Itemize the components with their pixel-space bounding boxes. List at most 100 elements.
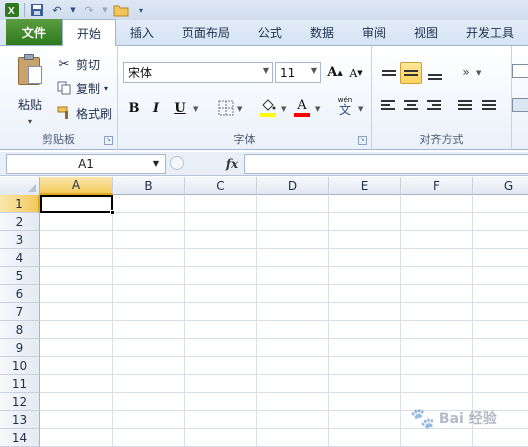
- formula-bar-resize-handle[interactable]: [170, 156, 184, 170]
- formula-input[interactable]: [244, 154, 528, 174]
- insert-function-button[interactable]: fx: [222, 154, 242, 174]
- row-header-3[interactable]: 3: [0, 231, 40, 249]
- align-top-button[interactable]: [378, 62, 400, 84]
- select-all-button[interactable]: [0, 177, 40, 195]
- clipboard-dialog-launcher-icon[interactable]: ↘: [104, 136, 113, 145]
- row-header-2[interactable]: 2: [0, 213, 40, 231]
- column-header-d[interactable]: D: [257, 177, 329, 195]
- paste-icon: [16, 54, 44, 88]
- shrink-font-button[interactable]: A ▼: [346, 63, 366, 83]
- font-color-dropdown-icon[interactable]: ▼: [315, 105, 320, 113]
- font-name-combo[interactable]: 宋体 ▼: [123, 62, 273, 83]
- open-folder-icon[interactable]: [113, 2, 129, 18]
- clipboard-group: 粘贴 ▾ ✂ 剪切 复制 ▾ 格式刷 剪贴板 ↘: [0, 46, 118, 150]
- row-header-7[interactable]: 7: [0, 303, 40, 321]
- column-header-b[interactable]: B: [113, 177, 185, 195]
- row-header-11[interactable]: 11: [0, 375, 40, 393]
- font-size-combo[interactable]: 11 ▼: [275, 62, 321, 83]
- align-right-button[interactable]: [422, 94, 444, 116]
- font-color-button[interactable]: A: [292, 95, 312, 115]
- tab-insert[interactable]: 插入: [116, 19, 168, 45]
- format-painter-button[interactable]: 格式刷: [56, 103, 112, 123]
- gridline: [184, 195, 185, 447]
- merge-cells-button[interactable]: [512, 98, 528, 112]
- borders-icon: [218, 100, 234, 116]
- paste-button[interactable]: 粘贴 ▾: [10, 52, 50, 126]
- bold-button[interactable]: B: [124, 98, 144, 118]
- phonetic-button[interactable]: wén 文: [334, 96, 356, 116]
- font-group-label: 字体: [233, 133, 256, 146]
- name-box-dropdown-icon[interactable]: ▼: [153, 159, 159, 168]
- row-header-5[interactable]: 5: [0, 267, 40, 285]
- undo-icon[interactable]: ↶: [49, 2, 65, 18]
- underline-button[interactable]: U: [170, 98, 190, 118]
- align-center-button[interactable]: [400, 94, 422, 116]
- tab-data[interactable]: 数据: [296, 19, 348, 45]
- column-header-e[interactable]: E: [329, 177, 401, 195]
- row-header-4[interactable]: 4: [0, 249, 40, 267]
- tab-home[interactable]: 开始: [61, 19, 116, 46]
- row-header-12[interactable]: 12: [0, 393, 40, 411]
- name-box[interactable]: A1 ▼: [6, 154, 166, 174]
- copy-dropdown-icon[interactable]: ▾: [104, 84, 108, 93]
- baidu-watermark: 🐾 Bai 经验: [410, 396, 528, 440]
- font-dialog-launcher-icon[interactable]: ↘: [358, 136, 367, 145]
- customize-icon[interactable]: ▾: [133, 2, 149, 18]
- copy-button[interactable]: 复制 ▾: [56, 78, 108, 98]
- borders-button[interactable]: [216, 98, 236, 118]
- row-header-6[interactable]: 6: [0, 285, 40, 303]
- align-middle-button[interactable]: [400, 62, 422, 84]
- orientation-dropdown-icon[interactable]: ▼: [476, 69, 481, 77]
- fill-color-swatch: [260, 113, 276, 117]
- redo-dropdown-icon[interactable]: ▼: [101, 2, 109, 18]
- tab-developer[interactable]: 开发工具: [452, 19, 528, 45]
- font-size-dropdown-icon[interactable]: ▼: [311, 66, 317, 75]
- column-header-g[interactable]: G: [473, 177, 528, 195]
- excel-logo-icon[interactable]: X: [4, 2, 20, 18]
- wrap-text-button[interactable]: [512, 64, 528, 78]
- row-header-9[interactable]: 9: [0, 339, 40, 357]
- font-color-swatch: [294, 113, 310, 117]
- row-header-13[interactable]: 13: [0, 411, 40, 429]
- align-bottom-button[interactable]: [424, 66, 446, 88]
- column-header-a[interactable]: A: [40, 177, 113, 195]
- tab-review[interactable]: 审阅: [348, 19, 400, 45]
- phonetic-dropdown-icon[interactable]: ▼: [358, 105, 363, 113]
- grow-font-button[interactable]: A ▲: [325, 62, 345, 82]
- tab-page-layout[interactable]: 页面布局: [168, 19, 244, 45]
- save-icon[interactable]: [29, 2, 45, 18]
- paste-label: 粘贴: [17, 98, 42, 112]
- tab-file[interactable]: 文件: [6, 19, 62, 45]
- borders-dropdown-icon[interactable]: ▼: [237, 105, 242, 113]
- alignment-group-label: 对齐方式: [419, 133, 464, 146]
- excel-window: X ↶ ▼ ↷ ▼ ▾ 文件 开始 插入 页面布局 公式 数据 审阅 视图 开发…: [0, 0, 528, 447]
- phonetic-glyph-icon: 文: [338, 102, 351, 117]
- name-box-value: A1: [78, 157, 94, 171]
- decrease-indent-button[interactable]: [454, 94, 476, 116]
- fill-handle[interactable]: [110, 210, 115, 215]
- tab-view[interactable]: 视图: [400, 19, 452, 45]
- font-name-dropdown-icon[interactable]: ▼: [263, 66, 269, 75]
- copy-label: 复制: [76, 81, 101, 96]
- ribbon-tabs: 文件 开始 插入 页面布局 公式 数据 审阅 视图 开发工具: [0, 19, 528, 46]
- underline-dropdown-icon[interactable]: ▼: [193, 105, 198, 113]
- italic-button[interactable]: I: [146, 98, 166, 118]
- column-header-f[interactable]: F: [401, 177, 473, 195]
- paste-dropdown-icon[interactable]: ▾: [28, 117, 32, 126]
- column-header-c[interactable]: C: [185, 177, 257, 195]
- increase-indent-button[interactable]: [478, 94, 500, 116]
- undo-dropdown-icon[interactable]: ▼: [69, 2, 77, 18]
- cut-button[interactable]: ✂ 剪切: [56, 54, 100, 74]
- grow-font-icon: A: [327, 64, 338, 80]
- row-header-8[interactable]: 8: [0, 321, 40, 339]
- qat-separator: [24, 3, 25, 17]
- align-left-button[interactable]: [378, 94, 400, 116]
- row-header-14[interactable]: 14: [0, 429, 40, 447]
- redo-icon[interactable]: ↷: [81, 2, 97, 18]
- fill-color-dropdown-icon[interactable]: ▼: [281, 105, 286, 113]
- tab-formulas[interactable]: 公式: [244, 19, 296, 45]
- row-header-10[interactable]: 10: [0, 357, 40, 375]
- row-header-1[interactable]: 1: [0, 195, 40, 213]
- font-name-value: 宋体: [128, 66, 153, 80]
- orientation-button[interactable]: »: [456, 62, 476, 82]
